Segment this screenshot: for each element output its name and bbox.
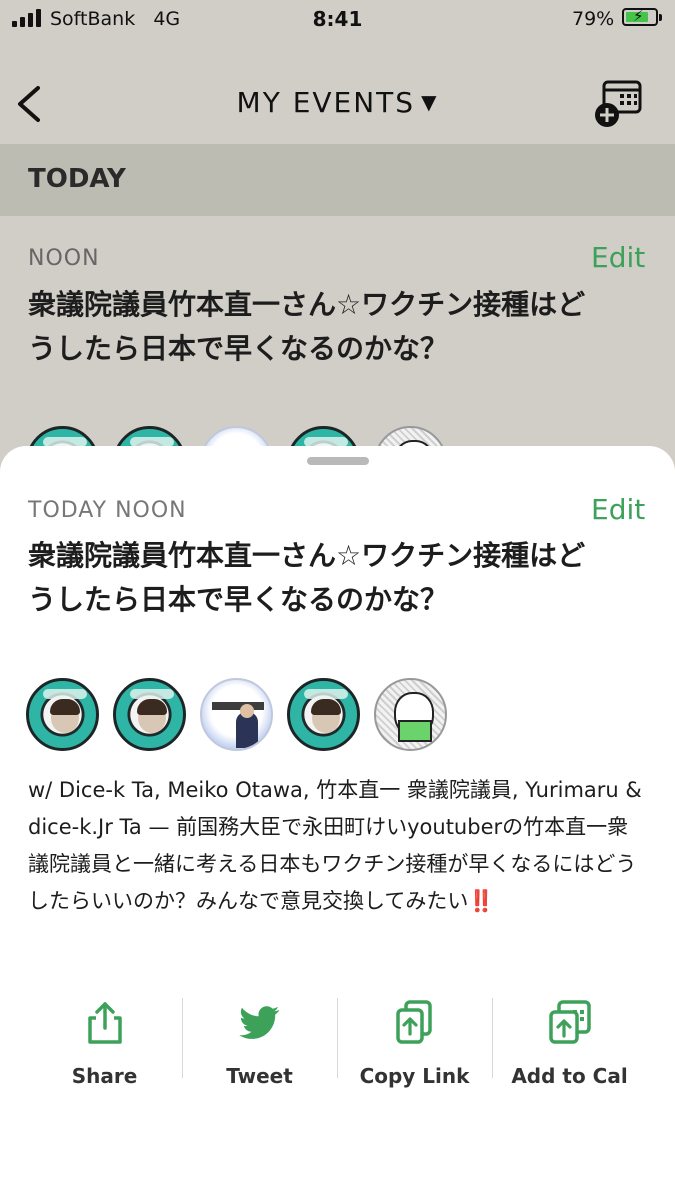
add-calendar-button[interactable]: [592, 78, 644, 130]
share-icon: [87, 1002, 122, 1044]
copy-link-icon: [395, 1000, 432, 1044]
share-actions: Share Tweet Copy Link Add to Cal: [27, 994, 647, 1090]
today-section-header: TODAY: [0, 144, 675, 216]
sheet-grabber[interactable]: [307, 457, 369, 465]
share-button[interactable]: Share: [27, 994, 182, 1090]
divider: [182, 998, 183, 1078]
page-title: MY EVENTS: [236, 86, 416, 119]
battery-percent: 79%: [572, 8, 615, 30]
battery-icon: ⚡: [622, 7, 658, 26]
add-to-cal-label: Add to Cal: [511, 1064, 628, 1088]
description-text: w/ Dice-k Ta, Meiko Otawa, 竹本直一 衆議院議員, Y…: [28, 778, 642, 913]
status-bar: SoftBank 4G 8:41 79% ⚡: [0, 0, 675, 40]
edit-button[interactable]: Edit: [591, 241, 645, 274]
event-time: NOON: [28, 246, 100, 271]
divider: [492, 998, 493, 1078]
tweet-label: Tweet: [226, 1064, 293, 1088]
add-to-calendar-icon: [548, 1000, 591, 1044]
caret-down-icon: ▼: [421, 90, 439, 114]
battery-nub: [659, 14, 662, 21]
tweet-button[interactable]: Tweet: [182, 994, 337, 1090]
avatar-dice-k-jr-ta[interactable]: [374, 678, 447, 751]
double-exclamation-emoji: ‼️: [468, 889, 495, 913]
calendar-plus-icon: [595, 80, 642, 127]
event-title: 衆議院議員竹本直一さん☆ワクチン接種はどうしたら日本で早くなるのかな？: [28, 539, 586, 616]
avatar-yurimaru[interactable]: [287, 678, 360, 751]
avatar-takemoto[interactable]: [200, 678, 273, 751]
event-detail-sheet: TODAY NOON Edit 衆議院議員竹本直一さん☆ワクチン接種はどうしたら…: [0, 446, 675, 1200]
copy-link-button[interactable]: Copy Link: [337, 994, 492, 1090]
avatar-meiko-otawa[interactable]: [113, 678, 186, 751]
divider: [337, 998, 338, 1078]
copy-link-label: Copy Link: [359, 1064, 470, 1088]
share-label: Share: [71, 1064, 138, 1088]
event-title[interactable]: 衆議院議員竹本直一さん☆ワクチン接種はどうしたら日本で早くなるのかな？: [28, 283, 588, 371]
edit-button[interactable]: Edit: [591, 493, 645, 526]
participant-avatars: [26, 678, 447, 751]
event-time: TODAY NOON: [28, 498, 187, 523]
events-filter-dropdown[interactable]: MY EVENTS ▼: [0, 86, 675, 119]
section-title: TODAY: [28, 164, 126, 194]
add-to-cal-button[interactable]: Add to Cal: [492, 994, 647, 1090]
event-description: w/ Dice-k Ta, Meiko Otawa, 竹本直一 衆議院議員, Y…: [28, 772, 646, 920]
avatar-dice-k-ta[interactable]: [26, 678, 99, 751]
twitter-bird-icon: [238, 1006, 279, 1039]
